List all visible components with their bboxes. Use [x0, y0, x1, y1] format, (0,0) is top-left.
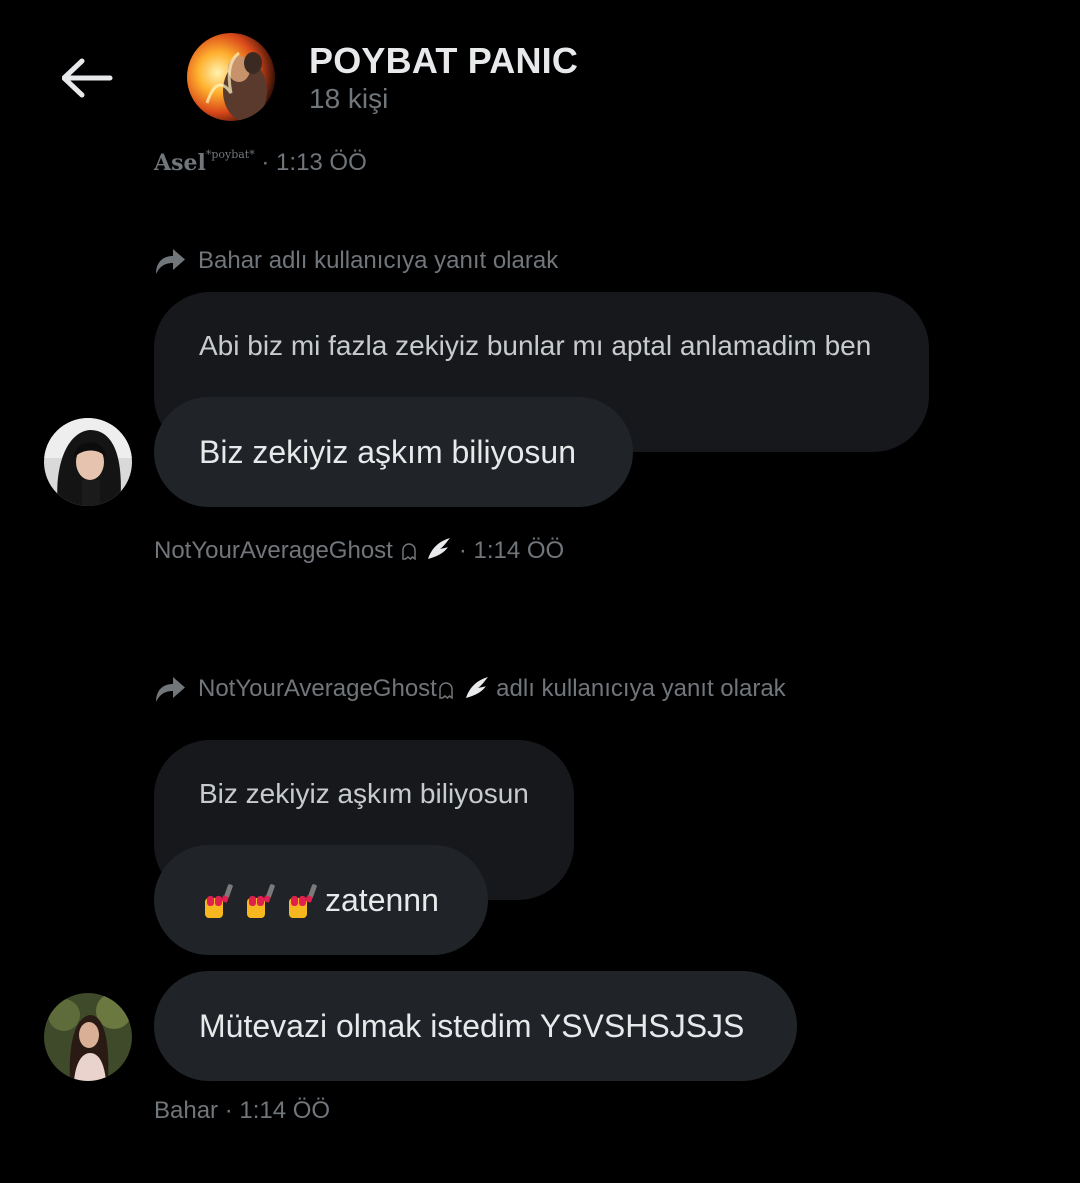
nail-polish-icon — [205, 884, 233, 918]
wing-icon — [465, 677, 488, 698]
timestamp: · 1:14 ÖÖ — [224, 1097, 331, 1124]
message-bubble[interactable]: Biz zekiyiz aşkım biliyosun — [154, 397, 633, 507]
message-text: Biz zekiyiz aşkım biliyosun — [199, 433, 576, 470]
sender-emoji — [393, 537, 459, 564]
reply-context-user: NotYourAverageGhost — [198, 675, 437, 702]
sender-name[interactable]: NotYourAverageGhost — [154, 537, 393, 564]
message-bubble[interactable]: zatennn — [154, 845, 488, 955]
wing-icon — [428, 538, 451, 559]
arrow-left-icon — [62, 58, 113, 98]
sender-name-suffix: *poybat* — [205, 148, 255, 161]
reply-arrow-icon — [153, 672, 187, 706]
group-avatar[interactable] — [187, 33, 275, 121]
message-meta: NotYourAverageGhost · 1:14 ÖÖ — [154, 535, 564, 565]
message-text: Mütevazi olmak istedim YSVSHSJSJS — [199, 1007, 745, 1044]
ghost-icon — [439, 682, 453, 700]
message-meta: Asel*poybat* · 1:13 ÖÖ — [154, 148, 367, 177]
avatar-notyouraverageghost[interactable] — [44, 418, 132, 506]
message-text: zatennn — [325, 881, 439, 918]
group-title: POYBAT PANIC — [309, 40, 579, 81]
sender-name[interactable]: Asel — [154, 150, 206, 176]
avatar-bahar[interactable] — [44, 993, 132, 1081]
quoted-message-text: Abi biz mi fazla zekiyiz bunlar mı aptal… — [199, 330, 872, 361]
reply-context[interactable]: NotYourAverageGhost adlı kullanıcıya yan… — [153, 672, 786, 706]
reply-context-emoji — [437, 674, 490, 704]
member-count[interactable]: 18 kişi — [309, 83, 388, 115]
message-bubble[interactable]: Mütevazi olmak istedim YSVSHSJSJS — [154, 971, 797, 1081]
ghost-icon — [401, 543, 416, 561]
reply-context[interactable]: Bahar adlı kullanıcıya yanıt olarak — [153, 244, 558, 278]
sender-name[interactable]: Bahar — [154, 1097, 218, 1124]
nail-polish-icon — [289, 884, 317, 918]
back-button[interactable] — [56, 48, 120, 108]
reply-context-text: Bahar adlı kullanıcıya yanıt olarak — [198, 247, 559, 274]
reply-context-suffix: adlı kullanıcıya yanıt olarak — [496, 675, 786, 702]
nail-polish-emojis — [199, 880, 325, 920]
timestamp: · 1:13 ÖÖ — [261, 149, 367, 176]
reply-arrow-icon — [153, 244, 187, 278]
nail-polish-icon — [247, 884, 275, 918]
quoted-message-text: Biz zekiyiz aşkım biliyosun — [199, 778, 529, 809]
timestamp: · 1:14 ÖÖ — [458, 537, 565, 564]
message-meta: Bahar · 1:14 ÖÖ — [154, 1097, 330, 1125]
